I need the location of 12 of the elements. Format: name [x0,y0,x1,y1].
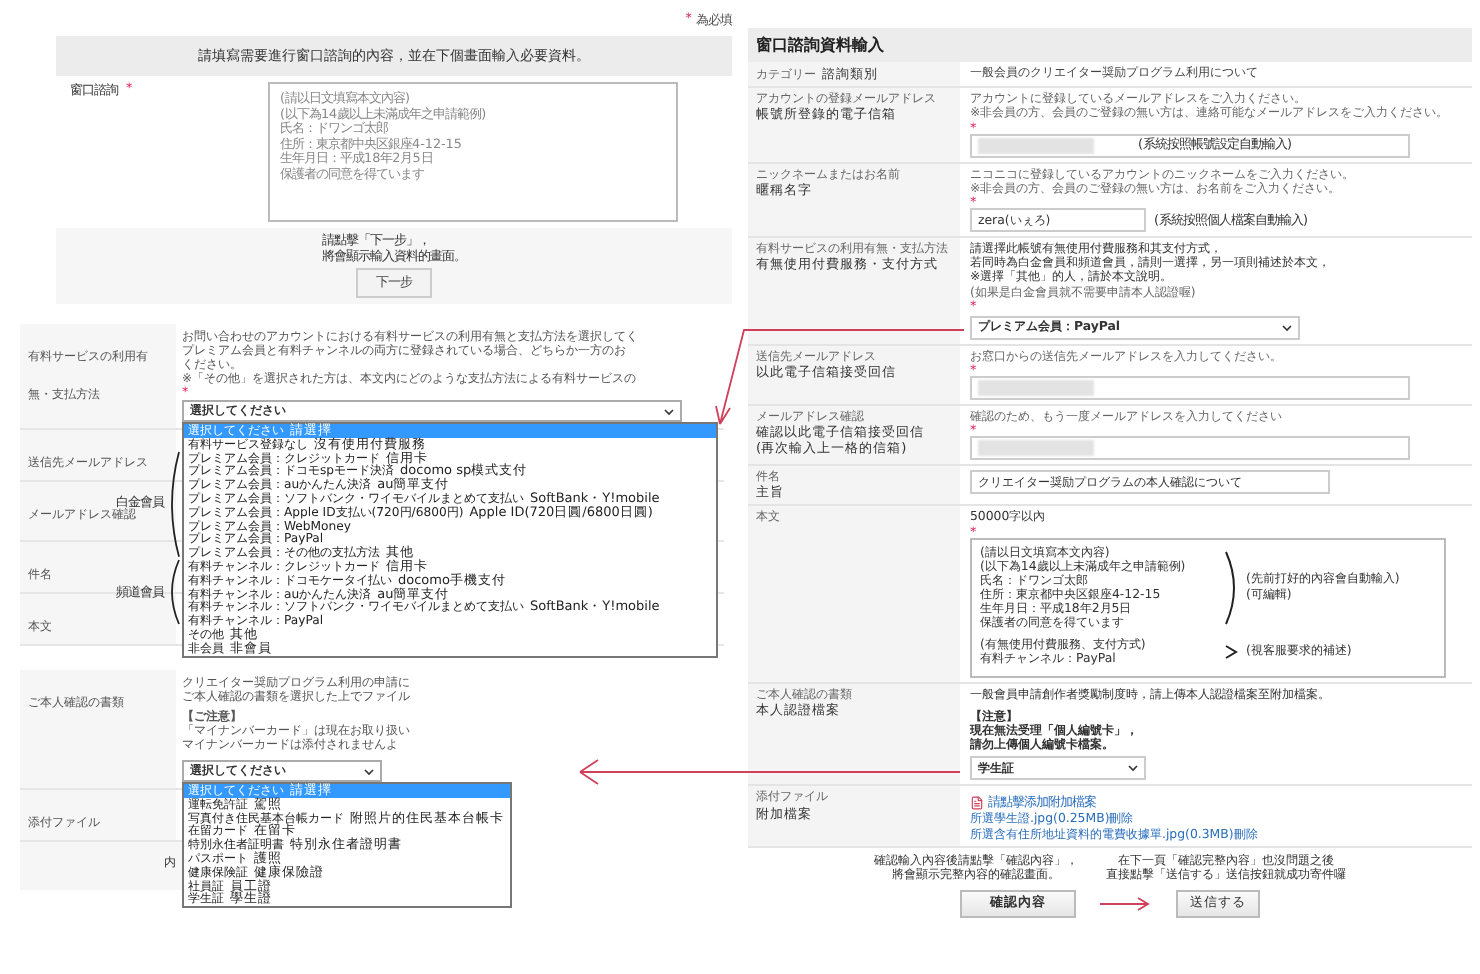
caret-icon [1282,323,1292,332]
form-title: 窗口諮詢資料輸入 [748,28,1472,62]
input-field[interactable] [970,376,1410,401]
bracket-icon [1224,549,1238,626]
file-icon [970,796,984,811]
dropdown-list[interactable] [182,422,718,658]
caret-icon [364,767,374,776]
input-field[interactable] [970,436,1410,461]
bracket-icon [1224,643,1238,660]
arrow-icon [1100,895,1152,912]
caret-icon [664,407,674,416]
caret-icon [1128,764,1138,773]
